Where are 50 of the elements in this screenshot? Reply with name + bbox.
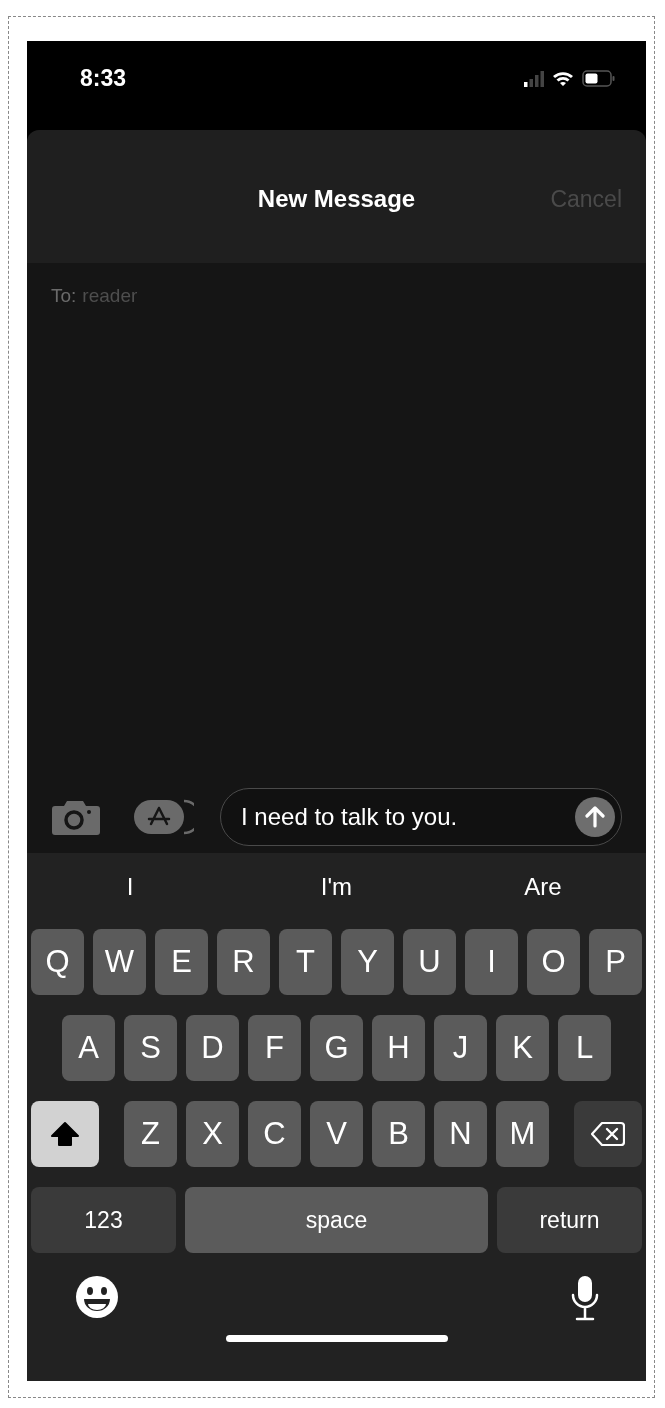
keyboard-key[interactable]: L [558,1015,611,1081]
arrow-up-icon [585,806,605,828]
space-bar[interactable]: space [185,1187,488,1253]
numbers-key[interactable]: 123 [31,1187,176,1253]
status-time: 8:33 [80,65,128,92]
wifi-icon [552,70,574,87]
microphone-icon[interactable] [570,1275,600,1321]
signal-icon [524,70,544,87]
suggestion[interactable]: Are [439,867,646,907]
keyboard-key[interactable]: V [310,1101,363,1167]
keyboard-key[interactable]: A [62,1015,115,1081]
shift-icon [50,1121,80,1147]
to-label: To: [51,285,77,307]
keyboard-key[interactable]: W [93,929,146,995]
return-key[interactable]: return [497,1187,642,1253]
keyboard-key[interactable]: M [496,1101,549,1167]
keyboard-key[interactable]: P [589,929,642,995]
suggestion[interactable]: I'm [233,867,440,907]
emoji-icon[interactable] [75,1275,119,1319]
keyboard-key[interactable]: Z [124,1101,177,1167]
backspace-icon [591,1121,625,1147]
app-store-icon[interactable] [134,798,194,836]
keyboard-key[interactable]: U [403,929,456,995]
keyboard-key[interactable]: Q [31,929,84,995]
message-text: I need to talk to you. [241,803,459,831]
keyboard-key[interactable]: T [279,929,332,995]
keyboard-key[interactable]: C [248,1101,301,1167]
keyboard-key[interactable]: K [496,1015,549,1081]
shift-key[interactable] [31,1101,99,1167]
keyboard-key[interactable]: S [124,1015,177,1081]
message-field[interactable]: I need to talk to you. [220,788,622,846]
keyboard-key[interactable]: G [310,1015,363,1081]
keyboard-key[interactable]: X [186,1101,239,1167]
keyboard-key[interactable]: J [434,1015,487,1081]
keyboard-key[interactable]: B [372,1101,425,1167]
keyboard-key[interactable]: N [434,1101,487,1167]
suggestion[interactable]: I [27,867,234,907]
keyboard-key[interactable]: H [372,1015,425,1081]
keyboard-key[interactable]: F [248,1015,301,1081]
send-button[interactable] [575,797,615,837]
keyboard-key[interactable]: D [186,1015,239,1081]
camera-icon[interactable] [52,799,100,835]
keyboard-key[interactable]: I [465,929,518,995]
header-title: New Message [257,184,416,213]
battery-icon [582,70,616,87]
keyboard-key[interactable]: Y [341,929,394,995]
delete-key[interactable] [574,1101,642,1167]
keyboard-key[interactable]: O [527,929,580,995]
keyboard-key[interactable]: R [217,929,270,995]
keyboard-key[interactable]: E [155,929,208,995]
